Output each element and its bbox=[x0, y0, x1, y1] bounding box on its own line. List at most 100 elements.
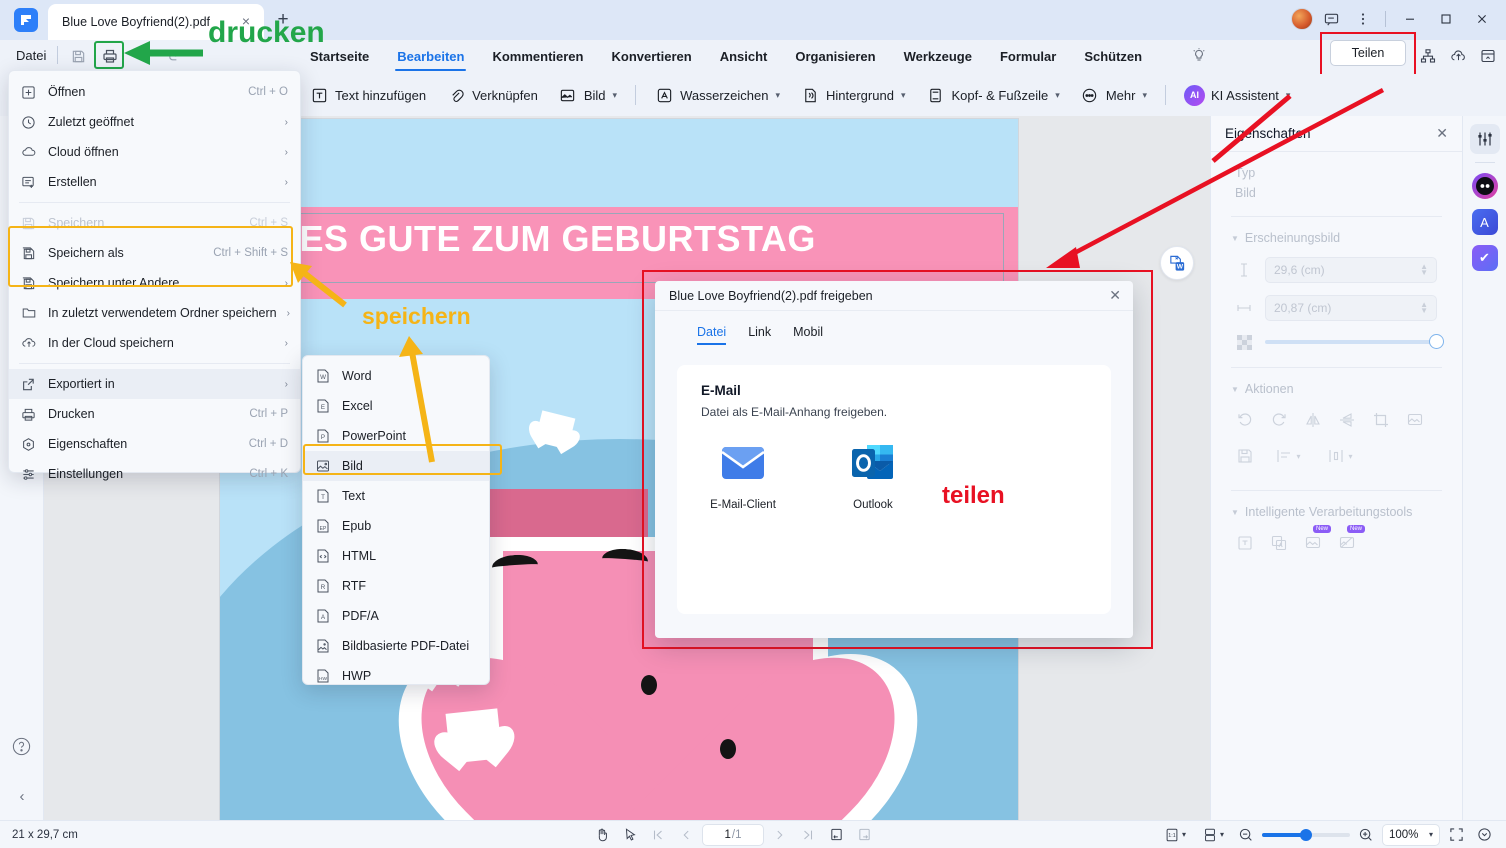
share-tab-mobil[interactable]: Mobil bbox=[793, 325, 823, 345]
close-properties-icon[interactable]: ✕ bbox=[1436, 125, 1448, 142]
menu-item-exportiert-in[interactable]: Exportiert in › bbox=[9, 369, 300, 399]
undo-quick-icon[interactable] bbox=[128, 45, 156, 67]
tips-bulb-icon[interactable] bbox=[1190, 47, 1210, 67]
ai-image-enhance-icon[interactable]: New bbox=[1301, 525, 1331, 555]
share-tab-datei[interactable]: Datei bbox=[697, 325, 727, 345]
rotate-left-icon[interactable] bbox=[1233, 408, 1257, 432]
cloud-upload-icon[interactable] bbox=[1444, 44, 1472, 68]
fit-page-icon[interactable] bbox=[824, 824, 848, 846]
menu-item-einstellungen[interactable]: Einstellungen Ctrl + K bbox=[9, 459, 300, 489]
ocr-text-icon[interactable] bbox=[1233, 531, 1257, 555]
tab-formular[interactable]: Formular bbox=[986, 42, 1070, 72]
last-page-icon[interactable] bbox=[796, 824, 820, 846]
height-stepper-icon[interactable]: ▲ ▼ bbox=[1420, 263, 1428, 277]
crop-icon[interactable] bbox=[1369, 408, 1393, 432]
save-quick-icon[interactable] bbox=[64, 45, 92, 67]
convert-to-word-icon[interactable]: W bbox=[1160, 246, 1194, 280]
menu-item-zuletzt-geoeffnet[interactable]: Zuletzt geöffnet › bbox=[9, 107, 300, 137]
submenu-item-word[interactable]: W Word bbox=[303, 361, 489, 391]
image-button[interactable]: Bild ▾ bbox=[549, 80, 626, 110]
export-submenu[interactable]: W Word E Excel P PowerPoint Bild T Text … bbox=[302, 355, 490, 685]
select-tool-icon[interactable] bbox=[618, 824, 642, 846]
zoom-out-icon[interactable] bbox=[1234, 824, 1258, 846]
more-tools-button[interactable]: Mehr ▾ bbox=[1071, 80, 1156, 110]
close-window-button[interactable] bbox=[1466, 6, 1498, 32]
checklist-icon[interactable]: ✔ bbox=[1471, 245, 1498, 271]
height-input[interactable]: 29,6 (cm) ▲ ▼ bbox=[1265, 257, 1437, 283]
background-button[interactable]: Hintergrund ▾ bbox=[791, 80, 914, 110]
menu-item-speichern-als[interactable]: Speichern als Ctrl + Shift + S bbox=[9, 238, 300, 268]
properties-panel-icon[interactable] bbox=[1469, 124, 1500, 154]
distribute-icon[interactable]: ▾ bbox=[1319, 444, 1361, 468]
zoom-slider-knob[interactable] bbox=[1300, 828, 1312, 841]
submenu-item-hwp[interactable]: HW HWP bbox=[303, 661, 489, 691]
tab-schuetzen[interactable]: Schützen bbox=[1070, 42, 1156, 72]
submenu-item-powerpoint[interactable]: P PowerPoint bbox=[303, 421, 489, 451]
tab-werkzeuge[interactable]: Werkzeuge bbox=[890, 42, 986, 72]
tab-konvertieren[interactable]: Konvertieren bbox=[597, 42, 705, 72]
align-icon[interactable]: ▾ bbox=[1267, 444, 1309, 468]
fullscreen-icon[interactable] bbox=[1444, 824, 1468, 846]
close-share-dialog-icon[interactable]: ✕ bbox=[1109, 287, 1121, 304]
share-dialog[interactable]: Blue Love Boyfriend(2).pdf freigeben ✕ D… bbox=[655, 281, 1133, 638]
maximize-button[interactable] bbox=[1430, 6, 1462, 32]
print-quick-icon[interactable] bbox=[96, 45, 124, 67]
redo-quick-icon[interactable] bbox=[160, 45, 188, 67]
zoom-slider[interactable] bbox=[1262, 828, 1350, 841]
page-layout-icon[interactable]: ▾ bbox=[1196, 824, 1230, 846]
save-image-icon[interactable] bbox=[1233, 444, 1257, 468]
menu-item-speichern-unter-andere[interactable]: Speichern unter Andere › bbox=[9, 268, 300, 298]
ai-chatbot-icon[interactable] bbox=[1471, 173, 1498, 199]
ai-assistant-button[interactable]: AI KI Assistent ▾ bbox=[1175, 80, 1299, 111]
actions-section-header[interactable]: ▼ Aktionen bbox=[1211, 368, 1462, 396]
watermark-button[interactable]: Wasserzeichen ▾ bbox=[645, 80, 789, 110]
translate-icon[interactable]: A bbox=[1471, 209, 1498, 235]
document-tab[interactable]: Blue Love Boyfriend(2).pdf × bbox=[48, 4, 264, 40]
ai-image-remove-icon[interactable]: New bbox=[1335, 525, 1365, 555]
feedback-icon[interactable] bbox=[1317, 6, 1345, 32]
page-number-input[interactable]: 1 /1 bbox=[702, 823, 764, 846]
menu-item-cloud-oeffnen[interactable]: Cloud öffnen › bbox=[9, 137, 300, 167]
help-icon[interactable] bbox=[11, 736, 33, 758]
width-input[interactable]: 20,87 (cm) ▲ ▼ bbox=[1265, 295, 1437, 321]
menu-item-oeffnen[interactable]: Öffnen Ctrl + O bbox=[9, 77, 300, 107]
close-tab-icon[interactable]: × bbox=[238, 14, 254, 30]
page-flow-icon[interactable] bbox=[852, 824, 876, 846]
submenu-item-text[interactable]: T Text bbox=[303, 481, 489, 511]
avatar[interactable] bbox=[1291, 8, 1313, 30]
zoom-in-icon[interactable] bbox=[1354, 824, 1378, 846]
first-page-icon[interactable] bbox=[646, 824, 670, 846]
tab-organisieren[interactable]: Organisieren bbox=[781, 42, 889, 72]
tab-kommentieren[interactable]: Kommentieren bbox=[478, 42, 597, 72]
appearance-section-header[interactable]: ▼ Erscheinungsbild bbox=[1211, 217, 1462, 245]
share-option-outlook[interactable]: Outlook bbox=[837, 441, 909, 511]
collapse-ribbon-icon[interactable] bbox=[1474, 44, 1502, 68]
new-tab-icon[interactable]: + bbox=[272, 10, 294, 32]
menu-item-erstellen[interactable]: Erstellen › bbox=[9, 167, 300, 197]
translate-image-icon[interactable] bbox=[1267, 531, 1291, 555]
previous-page-icon[interactable] bbox=[674, 824, 698, 846]
zoom-level-select[interactable]: 100% ▾ bbox=[1382, 823, 1440, 846]
more-options-icon[interactable] bbox=[1349, 6, 1377, 32]
submenu-item-pdfa[interactable]: A PDF/A bbox=[303, 601, 489, 631]
selection-box[interactable] bbox=[226, 213, 1004, 283]
flip-horizontal-icon[interactable] bbox=[1301, 408, 1325, 432]
next-page-icon[interactable] bbox=[768, 824, 792, 846]
hand-tool-icon[interactable] bbox=[590, 824, 614, 846]
link-button[interactable]: Verknüpfen bbox=[437, 80, 547, 110]
more-view-options-icon[interactable] bbox=[1472, 824, 1496, 846]
submenu-item-excel[interactable]: E Excel bbox=[303, 391, 489, 421]
smart-tools-section-header[interactable]: ▼ Intelligente Verarbeitungstools bbox=[1211, 491, 1462, 519]
organize-tree-icon[interactable] bbox=[1414, 44, 1442, 68]
menu-item-eigenschaften[interactable]: Eigenschaften Ctrl + D bbox=[9, 429, 300, 459]
replace-image-icon[interactable] bbox=[1403, 408, 1427, 432]
share-button[interactable]: Teilen bbox=[1330, 40, 1406, 66]
header-footer-button[interactable]: Kopf- & Fußzeile ▾ bbox=[916, 80, 1068, 110]
opacity-slider[interactable] bbox=[1265, 334, 1444, 349]
collapse-sidebar-icon[interactable]: ‹ bbox=[13, 788, 31, 806]
submenu-item-bild[interactable]: Bild bbox=[303, 451, 489, 481]
submenu-item-html[interactable]: HTML bbox=[303, 541, 489, 571]
share-tab-link[interactable]: Link bbox=[748, 325, 771, 345]
file-menu-dropdown[interactable]: Öffnen Ctrl + O Zuletzt geöffnet › Cloud… bbox=[8, 70, 301, 481]
actual-size-icon[interactable]: 1:1 ▾ bbox=[1158, 824, 1192, 846]
